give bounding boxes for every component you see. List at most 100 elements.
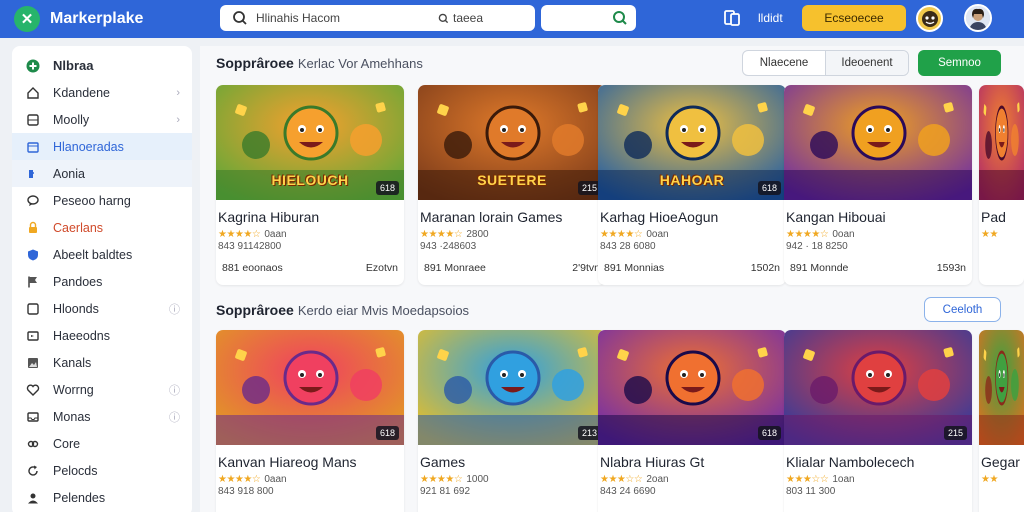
- game-card[interactable]: Kangan Hibouai ★★★★☆ 0oan 942 · 18 8250 891 …: [784, 85, 972, 285]
- game-title[interactable]: Gegar: [979, 454, 1024, 470]
- game-card[interactable]: 618 Kanvan Hiareog Mans ★★★★☆ 0aan 843 918 8…: [216, 330, 404, 512]
- star-rating-icon: ★★★★☆: [218, 474, 261, 485]
- game-thumbnail[interactable]: [979, 85, 1024, 200]
- game-card[interactable]: HIELOUCH 618 Kagrina Hiburan ★★★★☆ 0aan 843 9…: [216, 85, 404, 285]
- sidebar-item-8[interactable]: Abeelt baldtes: [12, 241, 192, 268]
- price-link[interactable]: 1502n: [751, 262, 780, 274]
- search-input[interactable]: Hlinahis Hacom: [256, 11, 416, 25]
- game-title[interactable]: Pad: [979, 209, 1024, 225]
- game-title[interactable]: Kagrina Hiburan: [216, 209, 404, 225]
- primary-action-button[interactable]: Semnoo: [918, 50, 1001, 76]
- chevron-right-icon: ⓘ: [169, 384, 180, 397]
- user-photo-icon: [966, 6, 990, 30]
- search-icon: [233, 11, 247, 25]
- sidebar-item-10[interactable]: Hloonds ⓘ: [12, 295, 192, 322]
- game-title[interactable]: Kangan Hibouai: [784, 209, 972, 225]
- game-avatar[interactable]: [916, 5, 943, 32]
- sidebar-item-5[interactable]: Aonia: [12, 160, 192, 187]
- star-rating-icon: ★★★★☆: [218, 229, 261, 240]
- review-count: 0oan: [832, 229, 855, 240]
- library-icon[interactable]: [722, 8, 742, 28]
- sidebar-item-6[interactable]: Peseoo harng: [12, 187, 192, 214]
- rating-row: ★★★★☆ 0oan: [598, 229, 786, 240]
- price-link[interactable]: 1593n: [937, 262, 966, 274]
- duration-badge: 618: [375, 181, 399, 195]
- brand-logo-icon: ✕: [14, 6, 40, 32]
- image-icon: [26, 356, 40, 370]
- sidebar-item-7[interactable]: Caerlans: [12, 214, 192, 241]
- toggle-right[interactable]: Ideoenent: [825, 51, 908, 75]
- game-thumbnail[interactable]: 618: [598, 330, 786, 445]
- secondary-search-field[interactable]: [541, 5, 636, 31]
- star-rating-icon: ★★★★☆: [786, 229, 829, 240]
- rating-row: ★★: [979, 474, 1024, 485]
- sidebar-item-15[interactable]: Core: [12, 430, 192, 457]
- game-thumbnail[interactable]: [784, 85, 972, 200]
- view-toggle[interactable]: Nlaecene Ideoenent: [742, 50, 909, 76]
- game-card[interactable]: Pad ★★: [979, 85, 1024, 285]
- game-title[interactable]: Kanvan Hiareog Mans: [216, 454, 404, 470]
- sidebar-item-label: Monas: [53, 409, 91, 424]
- game-thumbnail[interactable]: HIELOUCH 618: [216, 85, 404, 200]
- review-count: 0aan: [264, 229, 287, 240]
- game-card[interactable]: SUETERE 215 Maranan lorain Games ★★★★☆ 2800 9…: [418, 85, 606, 285]
- game-title[interactable]: Karhag HioeAogun: [598, 209, 786, 225]
- sidebar-item-9[interactable]: Pandoes: [12, 268, 192, 295]
- game-card[interactable]: 213 Games ★★★★☆ 1000 921 81 692: [418, 330, 606, 512]
- sidebar-item-16[interactable]: Pelocds: [12, 457, 192, 484]
- sidebar-item-13[interactable]: Worrng ⓘ: [12, 376, 192, 403]
- section-title-2-main: Sopprâroee: [216, 302, 294, 318]
- sidebar-item-11[interactable]: Haeeodns: [12, 322, 192, 349]
- user-avatar[interactable]: [964, 4, 992, 32]
- star-rating-icon: ★★: [981, 229, 998, 240]
- link-icon: [26, 437, 40, 451]
- game-title[interactable]: Maranan lorain Games: [418, 209, 606, 225]
- sidebar-item-label: Kanals: [53, 355, 92, 370]
- section-title-2: Sopprâroee Kerdo eiar Mvis Moedapsoios: [216, 302, 469, 318]
- sidebar-item-1[interactable]: Nlbraa: [12, 52, 192, 79]
- sidebar-item-3[interactable]: Moolly ›: [12, 106, 192, 133]
- price-link[interactable]: Ezotvn: [366, 262, 398, 274]
- search-submit-icon[interactable]: [612, 10, 628, 26]
- chevron-right-icon: ›: [176, 86, 180, 99]
- game-thumbnail[interactable]: [979, 330, 1024, 445]
- heart-icon: [26, 383, 40, 397]
- rating-row: ★★★☆☆ 2oan: [598, 474, 786, 485]
- game-thumbnail[interactable]: 213: [418, 330, 606, 445]
- sidebar-item-label: Caerlans: [53, 220, 104, 235]
- game-title[interactable]: Nlabra Hiuras Gt: [598, 454, 786, 470]
- top-nav-link[interactable]: lldidt: [758, 11, 783, 25]
- section-2-button[interactable]: Ceeloth: [924, 297, 1001, 322]
- game-title[interactable]: Games: [418, 454, 606, 470]
- game-thumbnail[interactable]: 618: [216, 330, 404, 445]
- price-link[interactable]: 2'9tvn: [572, 262, 600, 274]
- duration-badge: 618: [375, 426, 399, 440]
- game-thumbnail[interactable]: SUETERE 215: [418, 85, 606, 200]
- section-title-1: Sopprâroee Kerlac Vor Amehhans: [216, 55, 423, 71]
- game-thumbnail[interactable]: HAHOAR 618: [598, 85, 786, 200]
- sidebar-item-14[interactable]: Monas ⓘ: [12, 403, 192, 430]
- review-count: 1000: [466, 474, 489, 485]
- game-card[interactable]: 618 Nlabra Hiuras Gt ★★★☆☆ 2oan 843 24 6690: [598, 330, 786, 512]
- toggle-left[interactable]: Nlaecene: [743, 51, 825, 75]
- sidebar-item-label: Haeeodns: [53, 328, 110, 343]
- search-filter[interactable]: taeea: [438, 11, 483, 25]
- avatar-face-icon: [921, 10, 938, 27]
- sidebar-item-17[interactable]: Pelendes: [12, 484, 192, 511]
- sidebar-item-2[interactable]: Kdandene ›: [12, 79, 192, 106]
- game-card[interactable]: Gegar ★★: [979, 330, 1024, 512]
- sidebar-item-4[interactable]: Hlanoeradas: [12, 133, 192, 160]
- game-card[interactable]: HAHOAR 618 Karhag HioeAogun ★★★★☆ 0oan 843 28…: [598, 85, 786, 285]
- game-card[interactable]: 215 Klialar Nambolecech ★★★☆☆ 1oan 803 11 30…: [784, 330, 972, 512]
- search-bar[interactable]: Hlinahis Hacom taeea: [220, 5, 535, 31]
- sidebar-item-12[interactable]: Kanals: [12, 349, 192, 376]
- top-cta-button[interactable]: Ecseoecee: [802, 5, 906, 31]
- game-meta: 803 11 300: [786, 486, 836, 497]
- brand[interactable]: ✕ Markerplake: [14, 6, 204, 32]
- sidebar-item-label: Hloonds: [53, 301, 99, 316]
- game-title[interactable]: Klialar Nambolecech: [784, 454, 972, 470]
- rating-row: ★★★☆☆ 1oan: [784, 474, 972, 485]
- game-thumbnail[interactable]: 215: [784, 330, 972, 445]
- section-title-2-sub: Kerdo eiar Mvis Moedapsoios: [297, 303, 470, 318]
- user-icon: [26, 491, 40, 505]
